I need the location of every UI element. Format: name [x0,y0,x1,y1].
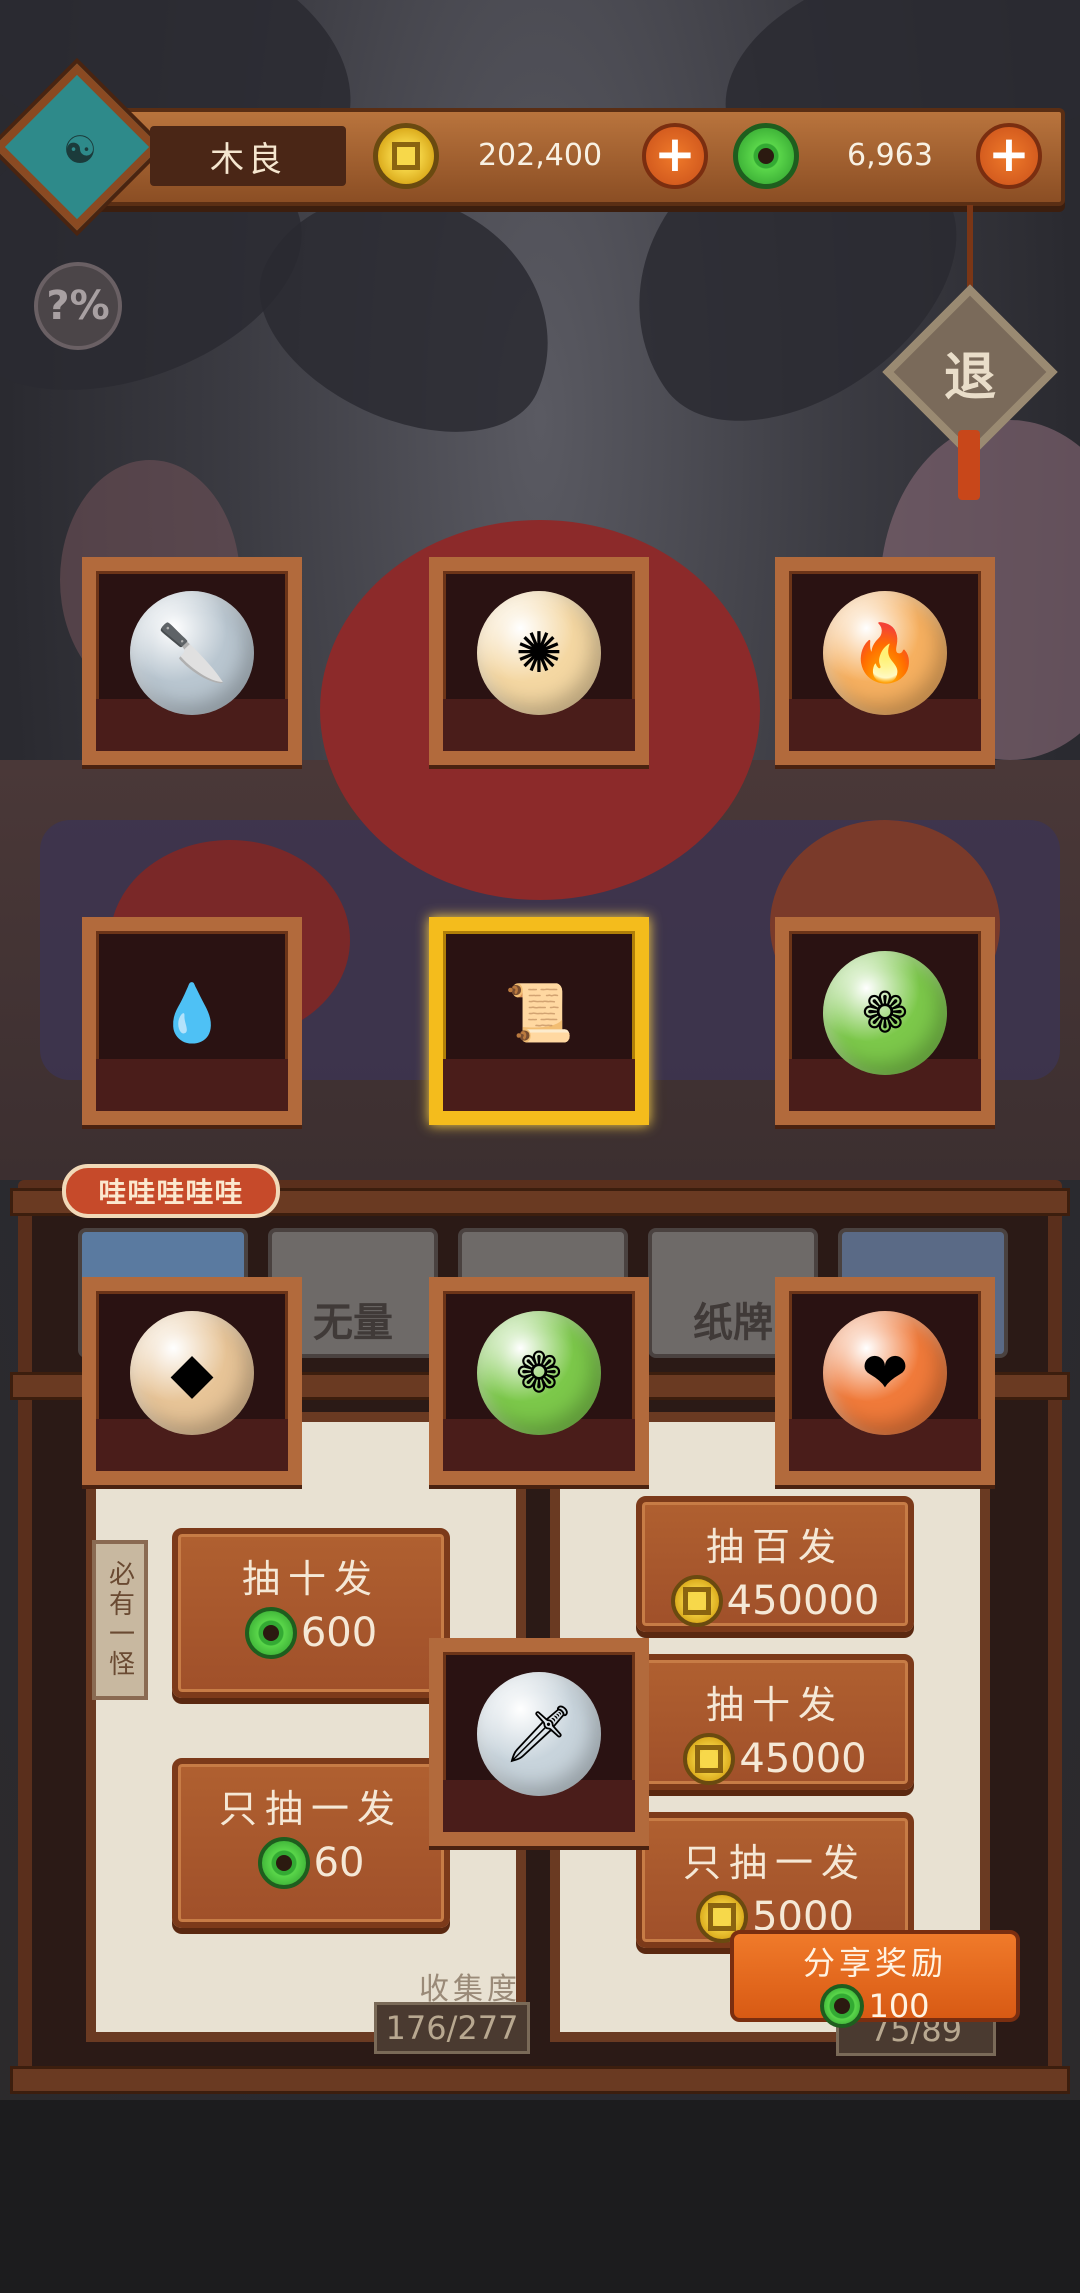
tassel-icon [958,430,980,500]
item-slot-red-gem[interactable]: ◆ [82,1277,302,1485]
scroll-baby-icon: 📜 [504,981,574,1046]
side-tag: 必有一怪 [92,1540,148,1700]
exit-rope [967,205,973,295]
share-label: 分享奖励 [802,1944,947,1982]
right-draw-ten-price: 45000 [739,1736,867,1782]
left-draw-ten-label: 抽十发 [241,1557,380,1601]
green-pouch-orb-icon: ❁ [477,1311,601,1435]
item-slot-fire-heart[interactable]: ❤ [775,1277,995,1485]
item-slot-green-pouch-2[interactable]: ❁ [429,1277,649,1485]
red-gem-orb-icon: ◆ [130,1311,254,1435]
blue-flame-icon: 💧 [157,981,227,1046]
jade-coin-icon [733,123,799,189]
jade-coin-icon [244,1607,297,1659]
gold-coin-icon [670,1575,723,1627]
left-draw-one-button[interactable]: 只抽一发 60 [172,1758,450,1928]
item-slot-sword[interactable]: 🗡 [429,1638,649,1846]
jade-amount: 6,963 [847,138,933,173]
gold-amount: 202,400 [477,138,603,173]
item-slot-fire[interactable]: 🔥 [775,557,995,765]
gold-coin-icon [683,1733,736,1785]
cleaver-orb-icon: 🔪 [130,591,254,715]
item-slot-cleaver[interactable]: 🔪 [82,557,302,765]
fire-heart-orb-icon: ❤ [823,1311,947,1435]
left-draw-one-label: 只抽一发 [218,1787,403,1831]
right-draw-hundred-label: 抽百发 [705,1525,844,1569]
pagoda-avatar-icon: ☯ [62,128,98,172]
item-slot-scroll-baby[interactable]: 📜 [429,917,649,1125]
left-collection-count: 176/277 [374,2002,530,2054]
exit-label[interactable]: 退 [908,330,1032,414]
add-jade-button[interactable]: + [976,123,1042,189]
fire-orb-icon: 🔥 [823,591,947,715]
right-draw-ten-label: 抽十发 [705,1683,844,1727]
add-gold-button[interactable]: + [642,123,708,189]
item-slot-green-pouch[interactable]: ❁ [775,917,995,1125]
right-draw-hundred-button[interactable]: 抽百发 450000 [636,1496,914,1632]
right-draw-hundred-price: 450000 [726,1578,880,1624]
share-reward: 100 [868,1987,930,2025]
item-slot-blue-flame[interactable]: 💧 [82,917,302,1125]
jade-coin-icon [820,1984,865,2028]
player-name: 木良 [150,126,346,186]
gold-charm-orb-icon: ✺ [477,591,601,715]
gold-coin-icon [373,123,439,189]
item-slot-yellow-talisman[interactable]: ✺ [429,557,649,765]
right-draw-ten-button[interactable]: 抽十发 45000 [636,1654,914,1790]
left-draw-one-price: 60 [313,1840,365,1886]
left-draw-ten-button[interactable]: 抽十发 600 [172,1528,450,1698]
share-reward-button[interactable]: 分享奖励 100 [730,1930,1020,2028]
left-draw-ten-price: 600 [300,1610,378,1656]
sword-orb-icon: 🗡 [477,1672,601,1796]
green-pouch-orb-icon: ❁ [823,951,947,1075]
right-draw-one-label: 只抽一发 [682,1841,867,1885]
right-draw-one-button[interactable]: 只抽一发 5000 [636,1812,914,1948]
speech-bubble: 哇哇哇哇哇 [62,1164,280,1218]
jade-coin-icon [257,1837,310,1889]
probability-button[interactable]: ?% [34,262,122,350]
panel-rail-bottom [10,2066,1070,2094]
